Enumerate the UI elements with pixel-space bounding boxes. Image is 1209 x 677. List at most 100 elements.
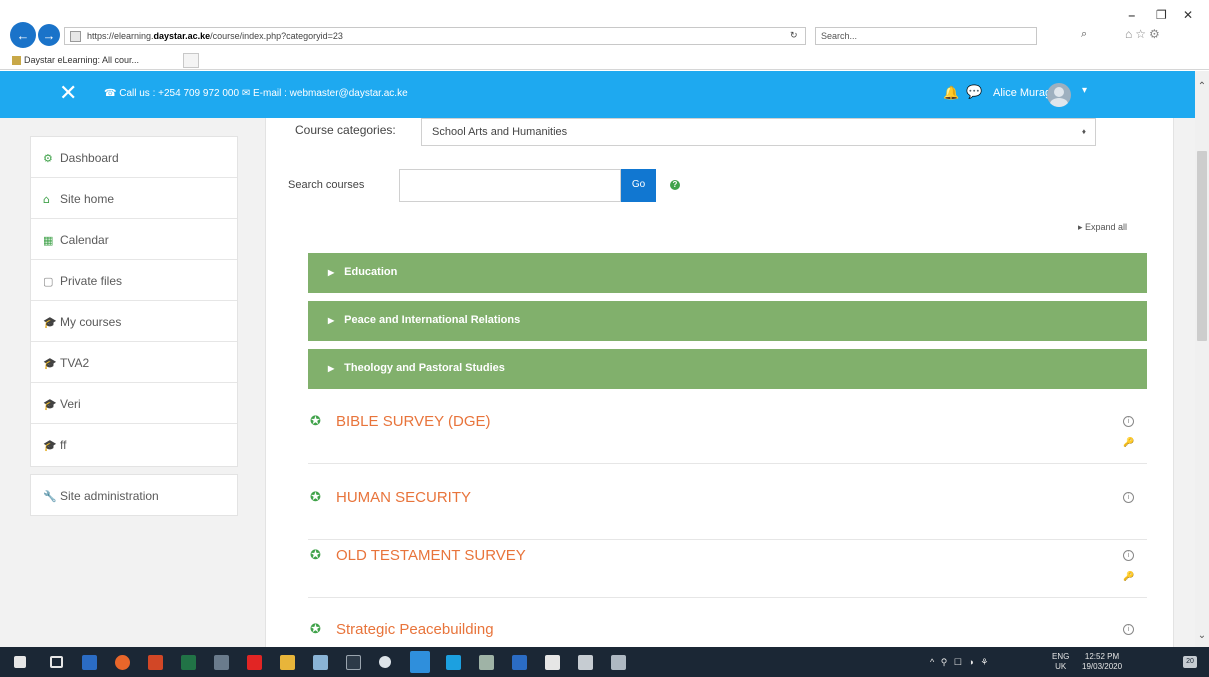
close-drawer-icon[interactable]: ✕ [59, 81, 77, 106]
windows-taskbar: ^ ⚲ ☐ ◑ ⚘ ENG UK 12:52 PM 19/03/2020 20 [0, 647, 1209, 677]
clock-time: 12:52 PM [1084, 652, 1120, 661]
course-title-link[interactable]: HUMAN SECURITY [336, 489, 471, 506]
address-bar[interactable]: https://elearning.daystar.ac.ke/course/i… [64, 27, 806, 45]
app-icon[interactable] [479, 655, 494, 670]
app-icon[interactable] [578, 655, 593, 670]
sidebar-item-ff[interactable]: 🎓 ff [31, 424, 237, 465]
home-icon: ⌂ [43, 193, 50, 206]
sidebar-item-veri[interactable]: 🎓 Veri [31, 383, 237, 424]
back-button[interactable]: ← [10, 22, 36, 48]
terminal-icon[interactable] [346, 655, 361, 670]
mortarboard-icon: 🎓 [43, 316, 57, 329]
forward-button[interactable]: → [38, 24, 60, 46]
info-icon[interactable]: i [1123, 492, 1134, 503]
key-icon: 🔑 [1123, 571, 1135, 581]
sidebar-item-label: Site administration [60, 489, 159, 503]
info-icon[interactable]: i [1123, 416, 1134, 427]
course-title-link[interactable]: BIBLE SURVEY (DGE) [336, 413, 491, 430]
notification-center-icon[interactable]: 20 [1183, 656, 1197, 668]
search-courses-label: Search courses [288, 179, 365, 191]
category-theology-pastoral-studies[interactable]: ▶ Theology and Pastoral Studies [308, 349, 1147, 389]
course-icon: ✪ [310, 490, 321, 505]
sidebar-item-private-files[interactable]: ▢ Private files [31, 260, 237, 301]
store-icon[interactable] [545, 655, 560, 670]
task-view-icon[interactable] [50, 656, 63, 668]
forward-arrow-icon: → [42, 27, 56, 43]
sidebar-item-label: Private files [60, 274, 123, 288]
start-icon[interactable] [14, 656, 26, 668]
info-icon[interactable]: i [1123, 550, 1134, 561]
chat-icon[interactable]: 💬 [966, 84, 982, 100]
category-education[interactable]: ▶ Education [308, 253, 1147, 293]
scroll-down-icon[interactable]: ⌄ [1195, 630, 1209, 641]
language-text: ENG [1052, 652, 1070, 661]
bell-icon[interactable]: 🔔 [943, 85, 959, 101]
course-categories-label: Course categories: [295, 123, 396, 137]
avatar[interactable] [1047, 83, 1071, 107]
course-categories-select[interactable]: School Arts and Humanities ♦ [421, 118, 1096, 146]
scroll-thumb[interactable] [1197, 151, 1207, 341]
page-scrollbar[interactable]: ⌃ ⌄ [1195, 71, 1209, 647]
browser-tab[interactable]: Daystar eLearning: All cour... [10, 53, 200, 69]
expand-all-link[interactable]: ▸ Expand all [1078, 222, 1127, 233]
clock[interactable]: 12:52 PM 19/03/2020 [1082, 652, 1122, 672]
calculator-icon[interactable] [611, 655, 626, 670]
course-icon: ✪ [310, 622, 321, 637]
help-icon[interactable]: ? [670, 180, 680, 190]
sidebar-item-label: Veri [60, 397, 81, 411]
back-arrow-icon: ← [16, 27, 30, 43]
tab-favicon-icon [12, 56, 21, 65]
browser-search-input[interactable]: Search... [815, 27, 1037, 45]
word-icon[interactable] [512, 655, 527, 670]
acrobat-icon[interactable] [247, 655, 262, 670]
restore-button[interactable]: ❐ [1156, 8, 1167, 22]
new-tab-button[interactable] [183, 53, 199, 68]
settings-icon[interactable] [379, 656, 391, 668]
category-label: Peace and International Relations [344, 314, 521, 326]
key-icon: 🔑 [1123, 437, 1135, 447]
powerpoint-icon[interactable] [148, 655, 163, 670]
sidebar-item-site-home[interactable]: ⌂ Site home [31, 178, 237, 219]
course-item: ✪ BIBLE SURVEY (DGE) i 🔑 [308, 404, 1147, 464]
go-button[interactable]: Go [621, 169, 656, 202]
language-region: UK [1055, 662, 1067, 671]
sidebar-item-label: TVA2 [60, 356, 90, 370]
internet-explorer-icon[interactable] [410, 651, 430, 673]
course-title-link[interactable]: Strategic Peacebuilding [336, 621, 494, 638]
category-peace-international-relations[interactable]: ▶ Peace and International Relations [308, 301, 1147, 341]
mortarboard-icon: 🎓 [43, 398, 57, 411]
course-title-link[interactable]: OLD TESTAMENT SURVEY [336, 547, 526, 564]
sidebar-item-label: Calendar [60, 233, 109, 247]
search-courses-input[interactable] [399, 169, 621, 202]
language-indicator[interactable]: ENG UK [1052, 652, 1069, 672]
sidebar-item-tva2[interactable]: 🎓 TVA2 [31, 342, 237, 383]
firefox-icon[interactable] [115, 655, 130, 670]
app-icon[interactable] [214, 655, 229, 670]
excel-icon[interactable] [181, 655, 196, 670]
caret-right-icon: ▶ [328, 316, 335, 325]
app-icon[interactable] [446, 655, 461, 670]
sidebar-item-label: ff [60, 438, 67, 452]
info-icon[interactable]: i [1123, 624, 1134, 635]
minimize-button[interactable]: – [1128, 6, 1136, 24]
scroll-up-icon[interactable]: ⌃ [1195, 81, 1209, 92]
refresh-icon[interactable]: ↻ [790, 30, 798, 41]
course-icon: ✪ [310, 548, 321, 563]
calendar-icon: ▦ [43, 234, 54, 247]
close-window-button[interactable]: ✕ [1183, 8, 1193, 22]
sidebar-item-my-courses[interactable]: 🎓 My courses [31, 301, 237, 342]
sidebar-nav: ⚙ Dashboard ⌂ Site home ▦ Calendar ▢ Private… [30, 136, 238, 467]
chevron-down-icon[interactable]: ▾ [1082, 85, 1087, 96]
sidebar-item-dashboard[interactable]: ⚙ Dashboard [31, 137, 237, 178]
toolbar-icons[interactable]: ⌂☆⚙ [1125, 27, 1163, 41]
app-icon[interactable] [313, 655, 328, 670]
site-topbar: ✕ ☎ Call us : +254 709 972 000 ✉ E-mail … [0, 71, 1195, 118]
sidebar-item-calendar[interactable]: ▦ Calendar [31, 219, 237, 260]
caret-right-icon: ▶ [328, 364, 335, 373]
address-prefix: https://elearning. [87, 31, 154, 41]
search-icon[interactable]: ⌕ [1081, 28, 1087, 41]
system-tray-icons[interactable]: ^ ⚲ ☐ ◑ ⚘ [930, 657, 990, 668]
sidebar-item-site-administration[interactable]: 🔧 Site administration [31, 475, 237, 516]
word-icon[interactable] [82, 655, 97, 670]
file-explorer-icon[interactable] [280, 655, 295, 670]
